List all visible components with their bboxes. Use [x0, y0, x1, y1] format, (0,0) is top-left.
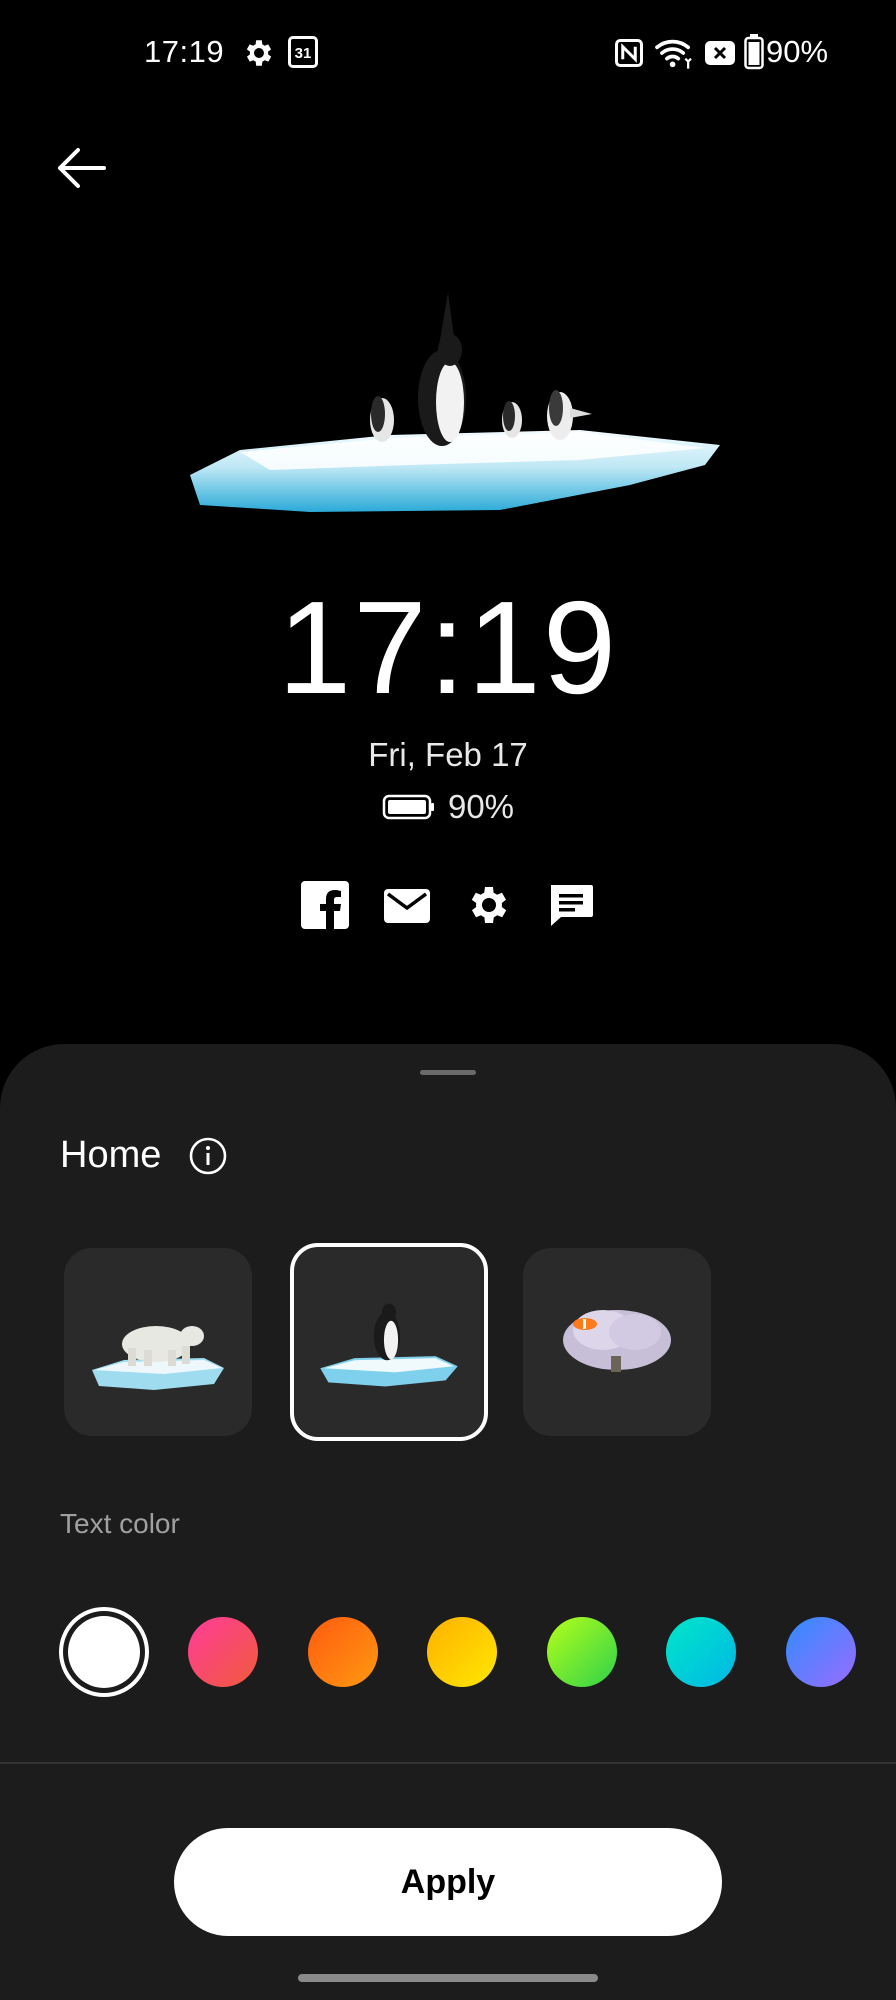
color-swatch-lime[interactable] [547, 1617, 617, 1687]
message-icon [551, 885, 593, 926]
status-battery-percent: 90% [766, 34, 829, 69]
color-swatch-pink[interactable] [188, 1617, 258, 1687]
style-option-coral-reef[interactable] [523, 1248, 711, 1436]
polar-bear-image [92, 1326, 224, 1390]
color-swatch-white[interactable] [59, 1607, 149, 1697]
style-option-polar-bear[interactable] [64, 1248, 252, 1436]
coral-reef-image [563, 1310, 671, 1372]
nfc-icon [615, 39, 643, 67]
apply-button[interactable]: Apply [174, 1828, 722, 1936]
battery-icon [744, 34, 764, 70]
back-arrow-icon[interactable] [50, 138, 110, 198]
penguin-image [320, 1303, 458, 1387]
info-icon[interactable] [188, 1136, 228, 1176]
notification-icons [0, 880, 896, 930]
sheet-drag-handle[interactable] [420, 1070, 476, 1075]
facebook-icon [301, 881, 349, 929]
preview-battery: 90% [0, 788, 896, 826]
mail-icon [384, 889, 430, 923]
status-bar: 17:19 31 90% [0, 0, 896, 104]
preview-date: Fri, Feb 17 [368, 736, 528, 773]
gear-icon [246, 40, 272, 66]
settings-icon [471, 887, 507, 923]
battery-icon [382, 794, 434, 820]
wifi-icon [655, 39, 692, 69]
color-swatch-teal[interactable] [666, 1617, 736, 1687]
color-swatch-blue[interactable] [786, 1617, 856, 1687]
sheet-title: Home [60, 1134, 162, 1176]
color-swatch-orange[interactable] [308, 1617, 378, 1687]
text-color-label: Text color [60, 1508, 180, 1539]
status-time: 17:19 [144, 34, 225, 69]
divider [0, 1762, 896, 1764]
no-sim-icon [705, 41, 735, 65]
style-option-penguin[interactable] [290, 1243, 488, 1441]
style-bottom-sheet: Home Text color Apply [0, 1044, 896, 2000]
penguin-iceberg-illustration [190, 292, 720, 512]
home-indicator[interactable] [298, 1974, 598, 1982]
color-swatches [0, 1604, 896, 1700]
calendar-icon: 31 [288, 36, 318, 68]
color-swatch-yellow[interactable] [427, 1617, 497, 1687]
preview-battery-percent: 90% [447, 788, 515, 825]
preview-clock: 17:19 [277, 574, 619, 721]
